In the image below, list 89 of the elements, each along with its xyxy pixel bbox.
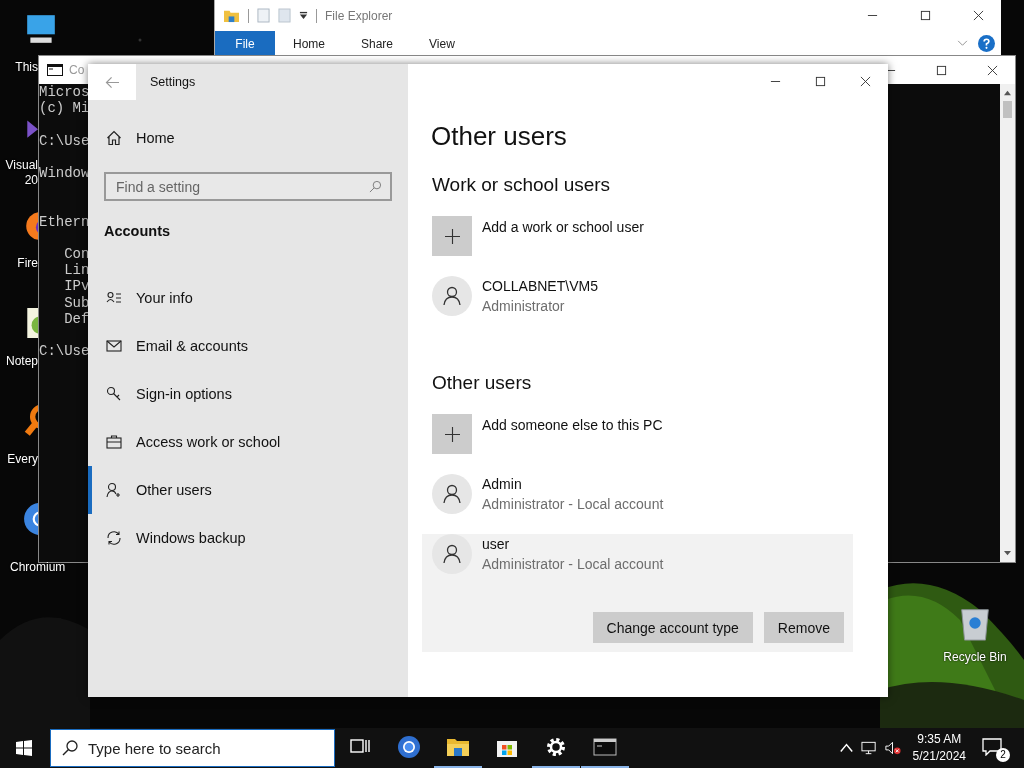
scroll-thumb[interactable] bbox=[1003, 101, 1012, 118]
nav-item[interactable]: Windows backup bbox=[88, 514, 408, 562]
plus-icon bbox=[444, 426, 460, 442]
add-user-link[interactable]: Add a work or school user bbox=[482, 219, 644, 235]
user-role: Administrator bbox=[482, 298, 566, 314]
plus-icon bbox=[444, 228, 460, 244]
briefcase-icon bbox=[106, 434, 122, 450]
nav-item[interactable]: Access work or school bbox=[88, 418, 408, 466]
console-icon bbox=[593, 735, 617, 759]
window-title: Settings bbox=[150, 75, 196, 89]
ribbon-tab[interactable]: Share bbox=[343, 31, 412, 56]
console-line: Micros bbox=[39, 84, 90, 101]
avatar-icon bbox=[432, 474, 472, 514]
help-icon[interactable] bbox=[978, 35, 995, 52]
envelope-icon bbox=[106, 338, 122, 354]
console-line: Sub bbox=[63, 294, 90, 311]
search-field[interactable]: Type here to search bbox=[50, 729, 335, 767]
add-user-link[interactable]: Add someone else to this PC bbox=[482, 417, 663, 433]
notification-count: 2 bbox=[996, 748, 1010, 762]
console-line: Lin bbox=[63, 262, 90, 279]
ribbon-tab[interactable]: File bbox=[215, 31, 275, 56]
search-icon bbox=[62, 740, 78, 756]
console-icon[interactable] bbox=[47, 64, 63, 76]
user-name[interactable]: Admin bbox=[482, 476, 664, 492]
scroll-down-icon[interactable] bbox=[1003, 550, 1012, 557]
magnifier-icon[interactable] bbox=[23, 404, 38, 438]
desktop-icon-label[interactable]: Visual 20 bbox=[0, 158, 38, 188]
dropdown-icon[interactable] bbox=[299, 11, 308, 20]
console-line: Con bbox=[63, 245, 90, 263]
desktop-icon-label[interactable]: Fire bbox=[0, 256, 38, 271]
close-icon[interactable] bbox=[973, 10, 984, 21]
nav-item[interactable]: Email & accounts bbox=[88, 322, 408, 370]
remove-button[interactable]: Remove bbox=[763, 612, 844, 643]
scroll-up-icon[interactable] bbox=[1003, 89, 1012, 96]
network-icon[interactable] bbox=[860, 740, 878, 756]
console-line: IPv bbox=[63, 278, 90, 295]
back-arrow-icon bbox=[104, 75, 120, 89]
console-line: C:\Use bbox=[39, 132, 90, 149]
window-title: Co bbox=[69, 63, 85, 77]
section-heading: Other users bbox=[432, 372, 533, 394]
avatar-icon bbox=[432, 534, 472, 574]
console-line: C:\Use bbox=[39, 343, 90, 360]
user-name[interactable]: user bbox=[482, 536, 664, 552]
home-icon bbox=[106, 130, 122, 146]
change-account-type-button[interactable]: Change account type bbox=[592, 612, 753, 643]
desktop-icon-label[interactable]: Recycle Bin bbox=[943, 650, 1007, 664]
desktop-icon-label[interactable]: Every bbox=[0, 452, 38, 467]
user-role: Administrator - Local account bbox=[482, 496, 664, 512]
clock-date[interactable]: 5/21/2024 bbox=[912, 748, 966, 765]
browser-icon bbox=[397, 735, 421, 759]
avatar-icon bbox=[432, 276, 472, 316]
ribbon-tab[interactable]: Home bbox=[275, 31, 343, 56]
add-person-icon bbox=[106, 482, 122, 498]
search-field[interactable]: Find a setting bbox=[104, 172, 392, 201]
nav-item[interactable]: Your info bbox=[88, 274, 408, 322]
scrollbar[interactable] bbox=[1000, 84, 1015, 562]
contact-card-icon bbox=[106, 290, 122, 306]
user-role: Administrator - Local account bbox=[482, 556, 664, 572]
search-icon[interactable] bbox=[369, 180, 382, 193]
close-icon[interactable] bbox=[860, 75, 871, 87]
desktop-icon-label[interactable]: Chromium bbox=[10, 560, 66, 575]
desktop-icon-label[interactable]: Notep bbox=[0, 354, 38, 369]
folder-icon[interactable] bbox=[223, 8, 240, 23]
console-line: Ethern bbox=[39, 213, 90, 230]
section-heading: Accounts bbox=[104, 223, 172, 239]
close-icon[interactable] bbox=[987, 64, 998, 76]
console-line: Window bbox=[39, 165, 90, 182]
muted-speaker-icon[interactable] bbox=[883, 740, 901, 756]
windows-logo-icon bbox=[16, 740, 32, 756]
maximize-icon[interactable] bbox=[920, 10, 931, 21]
page-heading: Other users bbox=[431, 121, 568, 152]
maximize-icon[interactable] bbox=[936, 64, 947, 76]
nav-item[interactable]: Sign-in options bbox=[88, 370, 408, 418]
desktop-icon-label[interactable]: This bbox=[0, 60, 38, 75]
console-line: (c) Mi bbox=[39, 100, 90, 117]
notification-icon[interactable] bbox=[982, 738, 1002, 756]
section-heading: Work or school users bbox=[432, 174, 612, 196]
user-name[interactable]: COLLABNET\VM5 bbox=[482, 278, 598, 294]
maximize-icon[interactable] bbox=[815, 75, 826, 87]
user-panel[interactable]: user Administrator - Local account Change account type Remove bbox=[422, 534, 853, 652]
gear-icon bbox=[544, 735, 568, 759]
sync-icon bbox=[106, 530, 122, 546]
window-title: File Explorer bbox=[325, 8, 393, 23]
monitor-icon[interactable] bbox=[24, 12, 58, 46]
key-icon bbox=[106, 386, 122, 402]
console-line: Def bbox=[63, 310, 90, 327]
ribbon-tab[interactable]: View bbox=[411, 31, 473, 56]
nav-item[interactable]: Home bbox=[136, 130, 175, 146]
clock-time[interactable]: 9:35 AM bbox=[917, 731, 962, 748]
